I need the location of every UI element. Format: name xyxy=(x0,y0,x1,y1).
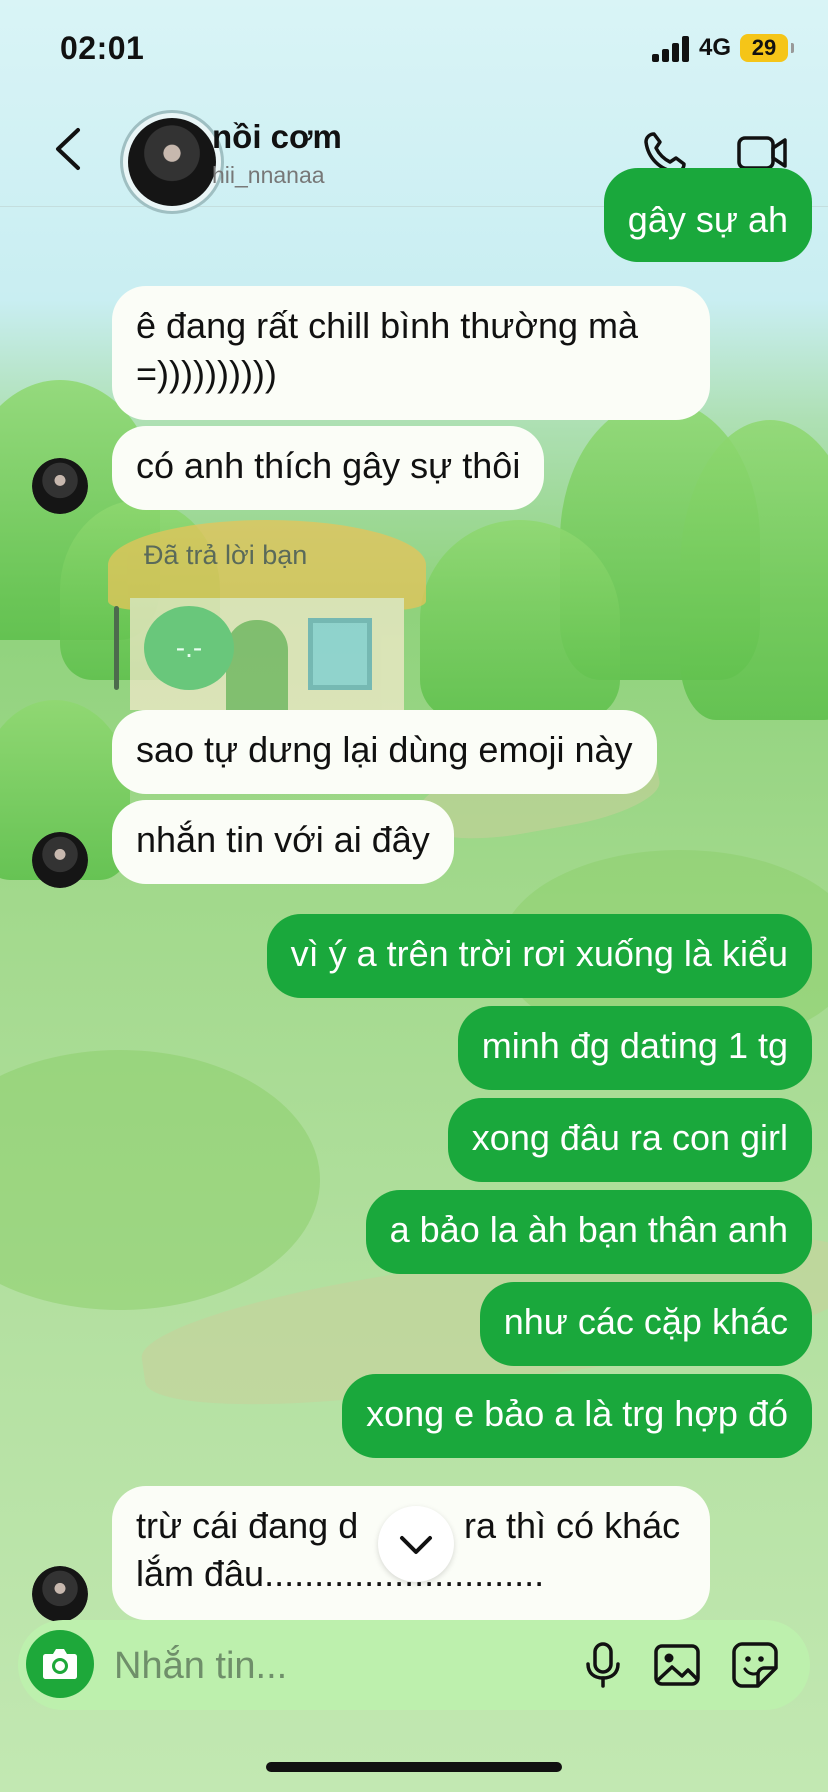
gallery-button[interactable] xyxy=(652,1640,702,1690)
message-composer xyxy=(18,1620,810,1710)
avatar[interactable] xyxy=(32,832,88,888)
contact-username: hii_nnanaa xyxy=(212,162,325,188)
reply-label: Đã trả lời bạn xyxy=(144,540,308,570)
message-line: ra thì có khác xyxy=(464,1505,681,1546)
status-bar: 02:01 4G 29 xyxy=(0,0,828,100)
contact-name[interactable]: nồi cơm xyxy=(212,118,342,156)
chat-screen: 02:01 4G 29 nồi cơm hii_nnanaa gây sự ah… xyxy=(0,0,828,1792)
message-outgoing[interactable]: vì ý a trên trời rơi xuống là kiểu xyxy=(266,914,812,998)
reply-bar xyxy=(114,606,119,690)
message-outgoing[interactable]: a bảo la àh bạn thân anh xyxy=(365,1190,812,1274)
camera-icon xyxy=(43,1649,77,1679)
chevron-left-icon xyxy=(56,128,80,170)
camera-button[interactable] xyxy=(26,1630,94,1698)
signal-icon xyxy=(652,36,692,62)
message-input[interactable] xyxy=(112,1642,576,1690)
message-incoming[interactable]: nhắn tin với ai đây xyxy=(112,800,454,884)
microphone-icon xyxy=(586,1642,620,1688)
sticker-icon xyxy=(732,1642,778,1688)
avatar[interactable] xyxy=(32,458,88,514)
back-button[interactable] xyxy=(52,126,92,176)
avatar[interactable] xyxy=(120,110,224,214)
sticker-button[interactable] xyxy=(730,1640,780,1690)
chevron-down-icon xyxy=(400,1536,432,1554)
home-indicator xyxy=(266,1762,562,1772)
message-incoming[interactable]: sao tự dưng lại dùng emoji này xyxy=(112,710,657,794)
message-line: trừ cái đang d xyxy=(136,1505,359,1546)
message-outgoing[interactable]: xong đâu ra con girl xyxy=(447,1098,812,1182)
hill xyxy=(0,1050,320,1310)
message-outgoing[interactable]: như các cặp khác xyxy=(479,1282,812,1366)
image-icon xyxy=(654,1644,700,1686)
network-label: 4G xyxy=(699,34,732,61)
avatar[interactable] xyxy=(32,1566,88,1622)
battery-icon: 29 xyxy=(740,34,794,62)
message-incoming[interactable]: ê đang rất chill bình thường mà =)))))))… xyxy=(112,286,710,420)
status-time: 02:01 xyxy=(60,30,145,66)
message-incoming[interactable]: có anh thích gây sự thôi xyxy=(112,426,545,510)
message-outgoing[interactable]: xong e bảo a là trg hợp đó xyxy=(342,1374,812,1458)
message-outgoing[interactable]: minh đg dating 1 tg xyxy=(457,1006,812,1090)
message-outgoing[interactable]: gây sự ah xyxy=(603,168,812,262)
scroll-to-bottom-button[interactable] xyxy=(378,1506,454,1582)
voice-button[interactable] xyxy=(578,1640,628,1690)
replied-emoji[interactable]: -.- xyxy=(144,606,234,690)
tree xyxy=(420,520,620,720)
